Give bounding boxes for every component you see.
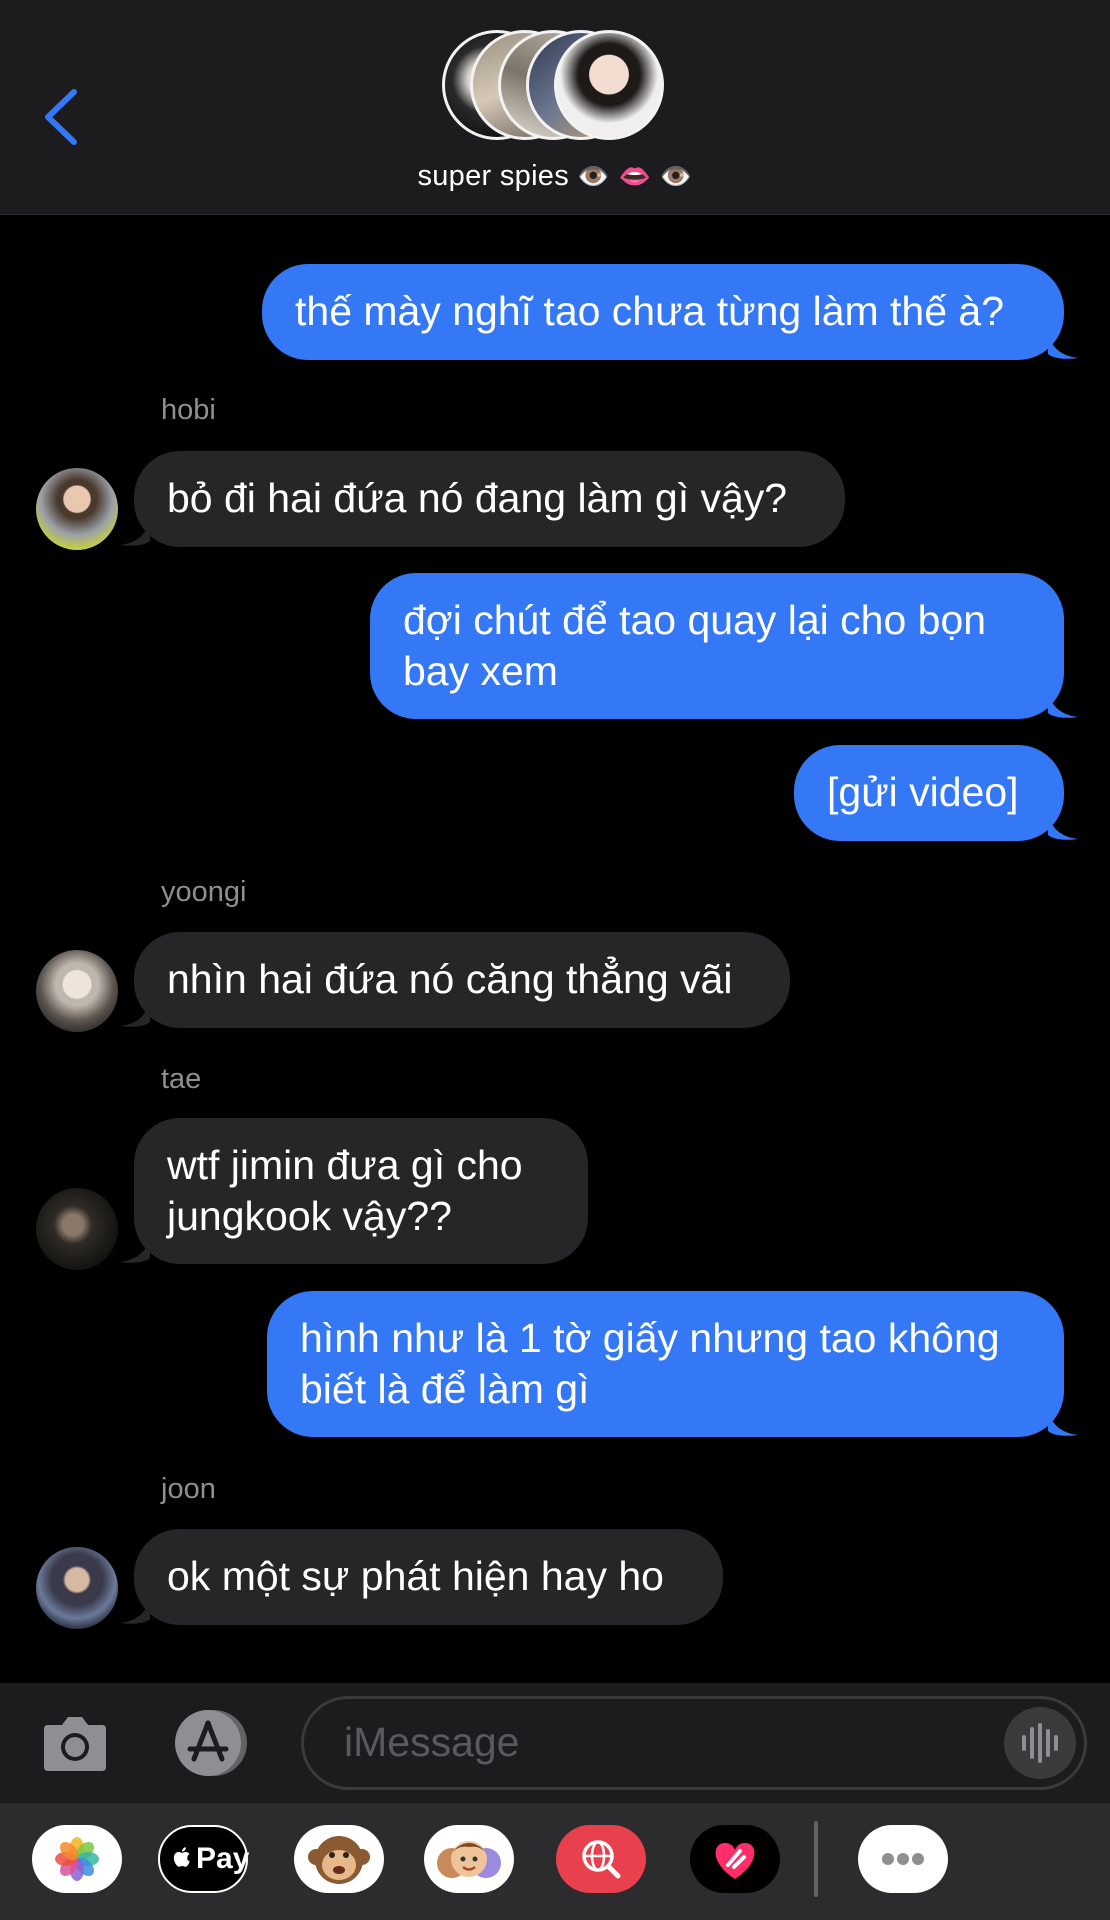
bubble-tail <box>120 1234 150 1263</box>
sender-avatar[interactable] <box>36 1188 118 1270</box>
sender-avatar[interactable] <box>36 950 118 1032</box>
received-message-bubble[interactable]: nhìn hai đứa nó căng thẳng vãi <box>120 932 790 1028</box>
message-text: nhìn hai đứa nó căng thẳng vãi <box>167 956 733 1002</box>
camera-icon[interactable] <box>42 1711 108 1773</box>
back-chevron-icon[interactable] <box>36 82 86 152</box>
message-text: bỏ đi hai đứa nó đang làm gì vậy? <box>167 475 788 521</box>
app-store-icon[interactable] <box>168 1709 252 1777</box>
globe-search-icon <box>582 1840 621 1879</box>
photos-app-button[interactable] <box>32 1825 122 1893</box>
bubble-tail <box>1048 1407 1078 1436</box>
photos-icon <box>55 1837 99 1881</box>
sender-avatar[interactable] <box>36 1547 118 1629</box>
message-text: [gửi video] <box>827 769 1019 815</box>
conversation-header: super spies 👁️ 👄 👁️ <box>0 0 1110 215</box>
sender-name: hobi <box>161 394 216 426</box>
bubble-tail <box>1048 811 1078 840</box>
message-input-bar: iMessage <box>0 1683 1110 1803</box>
received-message-bubble[interactable]: bỏ đi hai đứa nó đang làm gì vậy? <box>120 451 845 547</box>
sender-name: joon <box>161 1473 216 1505</box>
sent-message-bubble[interactable]: hình như là 1 tờ giấy nhưng tao không bi… <box>267 1291 1078 1437</box>
message-text: ok một sự phát hiện hay ho <box>167 1553 664 1599</box>
bubble-tail <box>1048 330 1078 359</box>
more-apps-button[interactable] <box>858 1825 948 1893</box>
bubble-tail <box>120 517 150 546</box>
group-emoji: 👁️ 👄 👁️ <box>577 162 693 192</box>
imessage-placeholder: iMessage <box>344 1719 520 1765</box>
bubble-tail <box>120 998 150 1027</box>
message-text: đợi chút để tao quay lại cho bọn bay xem <box>403 597 987 694</box>
message-text: hình như là 1 tờ giấy nhưng tao không bi… <box>300 1315 1000 1412</box>
group-member-avatar <box>554 30 664 140</box>
bubble-tail <box>120 1595 150 1624</box>
message-text: thế mày nghĩ tao chưa từng làm thế à? <box>295 288 1005 334</box>
group-name[interactable]: super spies 👁️ 👄 👁️ <box>0 160 1110 193</box>
received-message-bubble[interactable]: wtf jimin đưa gì cho jungkook vậy?? <box>120 1118 588 1264</box>
message-text: wtf jimin đưa gì cho jungkook vậy?? <box>167 1142 523 1239</box>
group-name-text: super spies <box>417 160 570 192</box>
sent-message-bubble[interactable]: thế mày nghĩ tao chưa từng làm thế à? <box>262 264 1078 360</box>
apple-pay-button[interactable]: Pay <box>158 1825 250 1893</box>
tray-divider <box>814 1821 818 1897</box>
memoji-app-button[interactable] <box>424 1825 514 1893</box>
sender-name: tae <box>161 1063 202 1095</box>
group-avatar-stack[interactable] <box>442 30 672 148</box>
apple-logo-icon <box>173 1847 190 1867</box>
received-message-bubble[interactable]: ok một sự phát hiện hay ho <box>120 1529 723 1625</box>
memoji-icon <box>437 1841 501 1878</box>
bubble-tail <box>1048 689 1078 718</box>
sent-message-bubble[interactable]: [gửi video] <box>794 745 1078 841</box>
app-drawer: Pay <box>0 1803 1110 1920</box>
monkey-icon <box>308 1836 370 1884</box>
sender-name: yoongi <box>161 876 247 908</box>
heart-touch-icon <box>715 1843 755 1879</box>
apple-pay-label: Pay <box>196 1842 250 1875</box>
sent-message-bubble[interactable]: đợi chút để tao quay lại cho bọn bay xem <box>370 573 1078 719</box>
digital-touch-app-button[interactable] <box>690 1825 780 1893</box>
imessage-input[interactable]: iMessage <box>301 1696 1087 1790</box>
voice-waveform-icon[interactable] <box>1004 1707 1076 1779</box>
sender-avatar[interactable] <box>36 468 118 550</box>
more-ellipsis-icon <box>882 1853 924 1865</box>
animoji-app-button[interactable] <box>294 1825 384 1893</box>
images-search-app-button[interactable] <box>556 1825 646 1893</box>
